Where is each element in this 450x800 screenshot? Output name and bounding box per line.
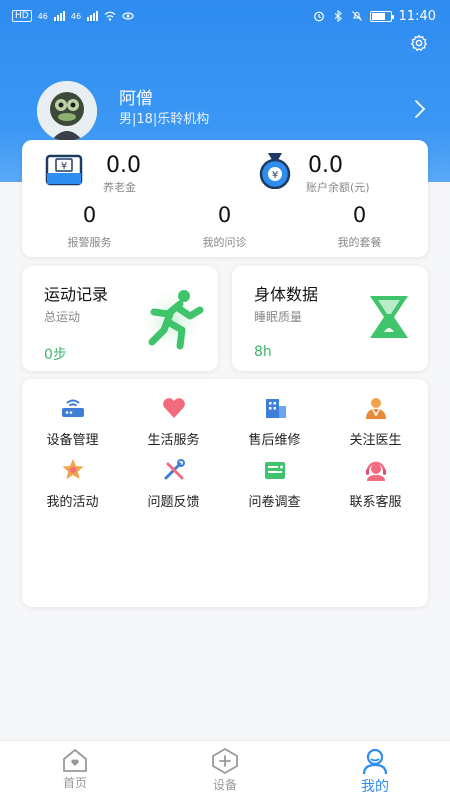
service-label: 问卷调查 (248, 495, 301, 510)
service-life-services[interactable]: 生活服务 (123, 393, 224, 448)
body-data-title: 身体数据 (254, 285, 319, 304)
router-icon (61, 399, 84, 417)
nav-device[interactable]: 设备 (195, 747, 255, 793)
consultation-count: 0 (217, 203, 232, 227)
building-icon (265, 399, 286, 418)
service-after-sales[interactable]: 售后维修 (224, 393, 325, 448)
service-follow-doctor[interactable]: 关注医生 (325, 393, 426, 448)
nav-profile[interactable]: 我的 (345, 747, 405, 796)
alarm-service-stat[interactable]: 0 报警服务 (22, 202, 157, 250)
package-count: 0 (352, 203, 367, 227)
sim2-label: 46 (70, 11, 82, 21)
nav-home-label: 首页 (62, 776, 87, 790)
home-icon (63, 749, 87, 772)
survey-icon (264, 462, 285, 479)
hd-badge: HD (12, 10, 32, 22)
hourglass-icon (370, 296, 408, 338)
balance-label: 账户余额(元) (306, 181, 370, 194)
alarm-icon (313, 11, 324, 22)
consultation-stat[interactable]: 0 我的问诊 (157, 202, 292, 250)
eye-icon (122, 12, 134, 20)
signal-icon (53, 11, 65, 21)
service-device-management[interactable]: 设备管理 (22, 393, 123, 448)
nav-device-label: 设备 (212, 778, 237, 792)
bluetooth-icon (334, 10, 342, 22)
running-person-icon (138, 286, 206, 354)
service-label: 联系客服 (349, 495, 402, 510)
money-bag-icon: ¥ (259, 153, 291, 189)
tools-icon (164, 459, 185, 480)
chevron-right-icon[interactable] (414, 99, 426, 119)
service-feedback[interactable]: 问题反馈 (123, 455, 224, 510)
mute-icon (351, 11, 362, 21)
avatar[interactable] (37, 81, 97, 141)
service-label: 问题反馈 (147, 495, 200, 510)
balance-value: 0.0 (308, 153, 343, 178)
user-info: 男|18|乐聆机构 (119, 112, 210, 127)
sim1-label: 46 (37, 11, 48, 21)
alarm-service-label: 报警服务 (67, 236, 112, 249)
exercise-value: 0步 (44, 347, 67, 363)
bottom-navigation: 首页 设备 我的 (0, 740, 450, 800)
service-label: 关注医生 (349, 433, 402, 448)
service-label: 售后维修 (248, 433, 301, 448)
svg-text:¥: ¥ (61, 161, 67, 172)
pension-stat[interactable]: ¥ 0.0 养老金 (44, 153, 141, 195)
star-badge-icon (62, 459, 83, 479)
add-device-icon (212, 748, 238, 774)
alarm-service-count: 0 (82, 203, 97, 227)
wallet-stats-card: ¥ 0.0 养老金 ¥ 0.0 账户余额(元) 0 报警服务 0 我的问诊 0 … (22, 140, 428, 257)
body-data-card[interactable]: 身体数据 睡眠质量 8h (232, 266, 428, 371)
wifi-icon (104, 11, 116, 21)
service-survey[interactable]: 问卷调查 (224, 455, 325, 510)
package-label: 我的套餐 (337, 236, 382, 249)
pension-value: 0.0 (106, 153, 141, 178)
nav-home[interactable]: 首页 (45, 747, 105, 791)
balance-stat[interactable]: ¥ 0.0 账户余额(元) (256, 149, 370, 195)
svg-text:¥: ¥ (272, 170, 278, 181)
signal-icon-2 (87, 11, 99, 21)
nav-profile-label: 我的 (361, 779, 389, 795)
headset-icon (365, 461, 386, 481)
services-grid: 设备管理 生活服务 售后维修 关注医生 我的活动 问题反馈 问卷调查 联系客服 (22, 379, 428, 607)
user-name: 阿僧 (119, 89, 153, 109)
avatar-image (37, 81, 97, 141)
doctor-icon (365, 398, 386, 419)
exercise-title: 运动记录 (44, 285, 109, 304)
heart-icon (162, 398, 185, 418)
consultation-label: 我的问诊 (202, 236, 247, 249)
pension-label: 养老金 (103, 181, 136, 194)
status-bar: HD 46 46 11:40 (0, 0, 450, 32)
service-customer-support[interactable]: 联系客服 (325, 455, 426, 510)
exercise-record-card[interactable]: 运动记录 总运动 0步 (22, 266, 218, 371)
service-my-activities[interactable]: 我的活动 (22, 455, 123, 510)
package-stat[interactable]: 0 我的套餐 (292, 202, 427, 250)
body-data-subtitle: 睡眠质量 (254, 310, 303, 324)
service-label: 设备管理 (46, 433, 99, 448)
exercise-subtitle: 总运动 (44, 310, 81, 324)
settings-gear-icon[interactable] (410, 34, 428, 52)
body-data-value: 8h (254, 344, 272, 360)
profile-icon (362, 748, 388, 775)
pension-icon: ¥ (45, 154, 83, 186)
battery-icon (369, 10, 394, 22)
status-time: 11:40 (398, 8, 436, 24)
service-label: 生活服务 (147, 433, 200, 448)
service-label: 我的活动 (46, 495, 99, 510)
